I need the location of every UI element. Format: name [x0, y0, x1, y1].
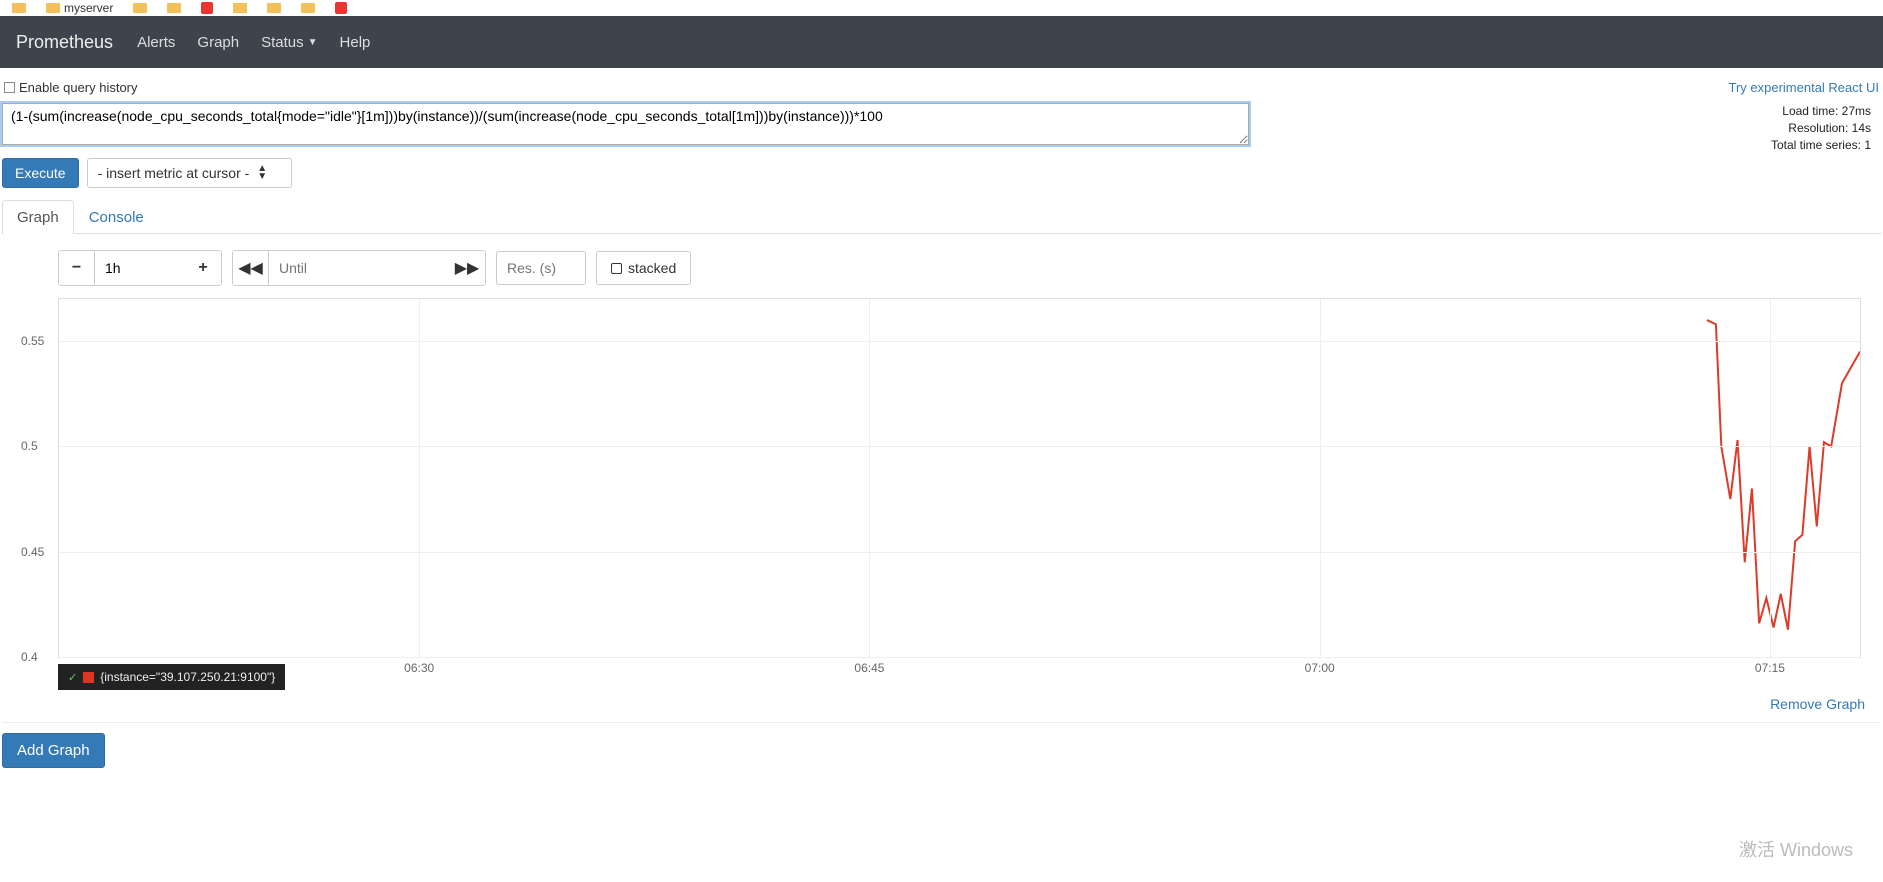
remove-graph-link[interactable]: Remove Graph: [1770, 696, 1865, 712]
graph-panel[interactable]: 0.40.450.50.5506:3006:4507:0007:15: [58, 298, 1861, 658]
caret-down-icon: ▼: [308, 37, 318, 48]
stacked-checkbox-icon: [611, 263, 622, 274]
until-input[interactable]: [269, 251, 449, 285]
color-swatch-icon: [83, 672, 94, 683]
query-stats: Load time: 27ms Resolution: 14s Total ti…: [1771, 103, 1881, 153]
graph-controls: − + ◀◀ ▶▶ stacked: [2, 234, 1881, 298]
nav-graph[interactable]: Graph: [197, 34, 239, 51]
metric-selector[interactable]: - insert metric at cursor - ▲▼: [87, 158, 293, 188]
time-forward-button[interactable]: ▶▶: [449, 251, 485, 285]
time-nav: ◀◀ ▶▶: [232, 250, 486, 286]
add-graph-button[interactable]: Add Graph: [2, 733, 105, 768]
execute-button[interactable]: Execute: [2, 158, 79, 188]
range-increase-button[interactable]: +: [185, 251, 221, 285]
tab-graph[interactable]: Graph: [2, 200, 74, 234]
tab-console[interactable]: Console: [74, 200, 159, 234]
enable-query-history-toggle[interactable]: Enable query history: [4, 80, 138, 95]
brand-title: Prometheus: [16, 32, 113, 53]
nav-help[interactable]: Help: [340, 34, 371, 51]
result-tabs: Graph Console: [2, 200, 1881, 234]
select-arrows-icon: ▲▼: [257, 165, 267, 181]
check-icon: ✓: [68, 671, 77, 684]
checkbox-icon: [4, 82, 15, 93]
nav-alerts[interactable]: Alerts: [137, 34, 175, 51]
resolution-input[interactable]: [496, 251, 586, 285]
stacked-toggle[interactable]: stacked: [596, 251, 691, 285]
windows-watermark: 激活 Windows: [1739, 836, 1853, 862]
main-navbar: Prometheus Alerts Graph Status▼ Help: [0, 16, 1883, 68]
time-rewind-button[interactable]: ◀◀: [233, 251, 269, 285]
react-ui-link[interactable]: Try experimental React UI: [1728, 80, 1879, 95]
browser-bookmark-bar: myserver: [0, 0, 1883, 16]
range-decrease-button[interactable]: −: [59, 251, 95, 285]
range-input[interactable]: [95, 251, 185, 285]
series-legend-item[interactable]: ✓ {instance="39.107.250.21:9100"}: [58, 664, 285, 690]
nav-status[interactable]: Status▼: [261, 34, 317, 51]
promql-query-input[interactable]: (1-(sum(increase(node_cpu_seconds_total{…: [2, 103, 1249, 145]
range-stepper: − +: [58, 250, 222, 286]
